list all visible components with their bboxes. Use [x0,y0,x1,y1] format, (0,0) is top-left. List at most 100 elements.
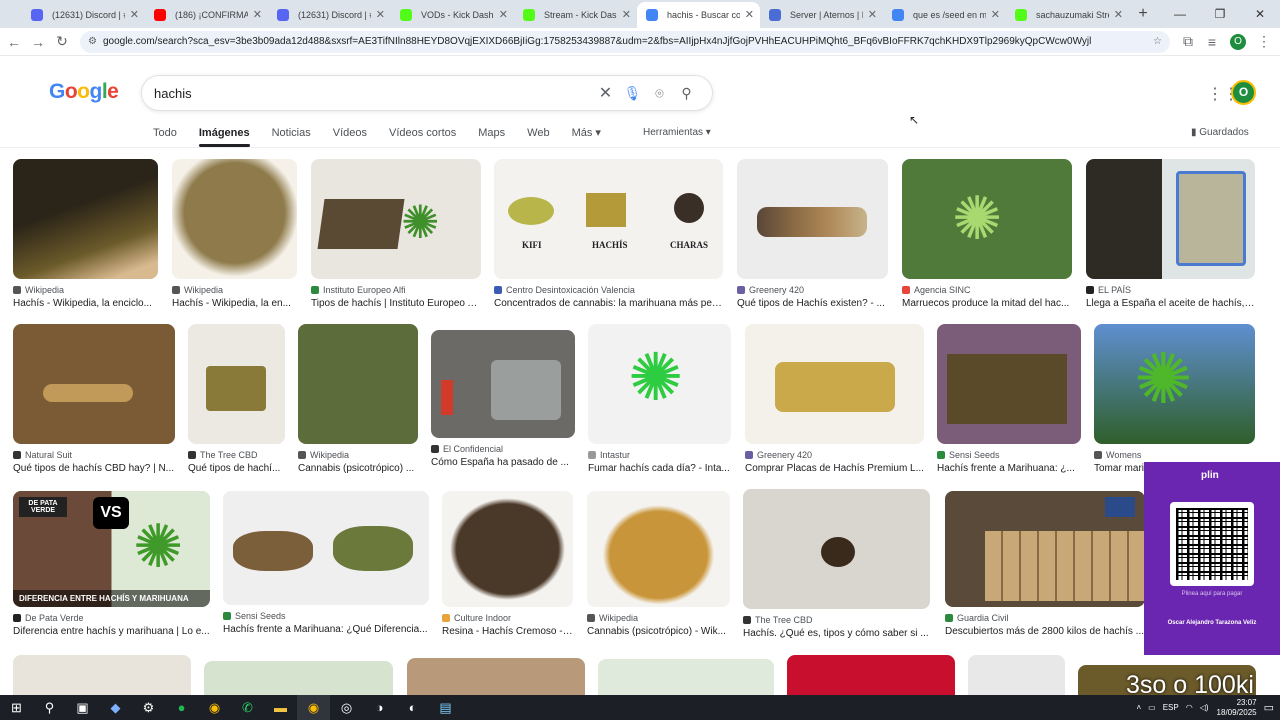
result-source[interactable]: El Confidencial [431,444,575,454]
search-icon[interactable]: ⚲ [33,695,66,720]
image-result[interactable]: Greenery 420 Comprar Placas de Hachís Pre… [745,324,924,474]
account-avatar[interactable]: O [1231,80,1256,105]
search-tab[interactable]: Vídeos [322,124,378,148]
result-caption[interactable]: Hachís. ¿Qué es, tipos y cómo saber si .… [743,628,930,639]
result-caption[interactable]: Cómo España ha pasado de ... [431,457,575,468]
tab-close-icon[interactable]: ✕ [499,8,508,21]
image-result[interactable]: The Tree CBD Qué tipos de hachí... [188,324,285,474]
browser-tab[interactable]: (186) ¡CONFIRMA ✕ [145,2,268,28]
image-result[interactable]: Wikipedia Cannabis (psicotrópico) ... [298,324,418,474]
image-result-partial[interactable] [968,655,1065,695]
result-thumbnail[interactable] [188,324,285,444]
tab-close-icon[interactable]: ✕ [868,8,877,21]
tab-close-icon[interactable]: ✕ [130,8,139,21]
network-icon[interactable]: ▭ [1148,703,1156,712]
result-source[interactable]: The Tree CBD [188,450,285,460]
search-tab[interactable]: Todo [142,124,188,148]
image-result[interactable]: Culture Indoor Resina - Hachís Cremoso - … [442,491,573,637]
result-source[interactable]: Greenery 420 [737,285,888,295]
address-bar[interactable]: ⚙ google.com/search?sca_esv=3be3b09ada12… [80,30,1170,53]
result-source[interactable]: Wikipedia [587,613,730,623]
image-result[interactable]: ✺ Agencia SINC Marruecos produce la mitad … [902,159,1072,309]
result-thumbnail[interactable] [737,159,888,279]
image-result[interactable]: Greenery 420 Qué tipos de Hachís existen?… [737,159,888,309]
image-result-partial[interactable] [204,661,393,695]
settings-icon[interactable]: ⚙ [132,695,165,720]
copilot-icon[interactable]: ◆ [99,695,132,720]
image-result[interactable]: DE PATA VERDE VS ✺ DIFERENCIA ENTRE HACHÍS … [13,491,210,637]
maximize-icon[interactable]: ❐ [1200,0,1240,28]
microphone-icon[interactable]: 🎙 [619,85,646,102]
result-thumbnail[interactable] [172,159,297,279]
tools-button[interactable]: Herramientas ▾ [643,127,711,138]
result-caption[interactable]: Hachís frente a Marihuana: ¿... [937,463,1081,474]
result-source[interactable]: Culture Indoor [442,613,573,623]
search-tab[interactable]: Imágenes [188,124,261,148]
url-text[interactable]: google.com/search?sca_esv=3be3b09ada12d4… [103,36,1147,47]
search-tab[interactable]: Maps [467,124,516,148]
result-thumbnail[interactable] [298,324,418,444]
clock[interactable]: 23:07 18/09/2025 [1217,698,1257,718]
image-result[interactable]: ✺ Intastur Fumar hachís cada día? - Inta..… [588,324,731,474]
image-result[interactable]: Wikipedia Hachís - Wikipedia, la en... [172,159,297,309]
result-caption[interactable]: Qué tipos de hachís CBD hay? | N... [13,463,175,474]
image-result-partial[interactable] [13,655,191,695]
search-box[interactable]: hachis ✕ 🎙 ⌾ ⚲ [141,75,713,111]
clear-icon[interactable]: ✕ [592,83,619,103]
obs-icon[interactable]: ◎ [330,695,363,720]
result-caption[interactable]: Resina - Hachís Cremoso - ... [442,626,573,637]
result-caption[interactable]: Llega a España el aceite de hachís, ... [1086,298,1255,309]
image-result[interactable]: EL PAÍS Llega a España el aceite de hachí… [1086,159,1255,309]
result-caption[interactable]: Cannabis (psicotrópico) ... [298,463,418,474]
result-caption[interactable]: Qué tipos de hachí... [188,463,285,474]
result-source[interactable]: Wikipedia [13,285,158,295]
browser-tab[interactable]: (12631) Discord | #C ✕ [22,2,145,28]
result-thumbnail[interactable] [13,324,175,444]
lens-icon[interactable]: ⌾ [646,85,673,102]
browser-tab[interactable]: que es /seed en min ✕ [883,2,1006,28]
result-source[interactable]: Sensi Seeds [937,450,1081,460]
image-result[interactable]: ✺ Instituto Europeo Alfi Tipos de hachís |… [311,159,481,309]
result-caption[interactable]: Comprar Placas de Hachís Premium L... [745,463,924,474]
result-thumbnail[interactable] [223,491,429,605]
saved-button[interactable]: ▮ Guardados [1191,127,1249,138]
result-source[interactable]: Natural Suit [13,450,175,460]
image-result[interactable]: Wikipedia Hachís - Wikipedia, la enciclo.… [13,159,158,309]
result-source[interactable]: Sensi Seeds [223,611,429,621]
reading-list-icon[interactable]: ≡ [1200,34,1224,50]
image-result[interactable]: Natural Suit Qué tipos de hachís CBD hay?… [13,324,175,474]
tab-close-icon[interactable]: ✕ [991,8,1000,21]
browser-tab[interactable]: VODs - Kick Dashbo ✕ [391,2,514,28]
search-tab[interactable]: Noticias [261,124,322,148]
result-thumbnail[interactable] [13,159,158,279]
notepad-icon[interactable]: ▤ [429,695,462,720]
extensions-icon[interactable]: ⧉ [1176,33,1200,50]
task-view-icon[interactable]: ▣ [66,695,99,720]
notifications-icon[interactable]: ▭ [1264,701,1274,714]
result-thumbnail[interactable] [1086,159,1255,279]
file-explorer-icon[interactable]: ▬ [264,695,297,720]
tab-close-icon[interactable]: ✕ [622,8,631,21]
result-caption[interactable]: Hachís - Wikipedia, la enciclo... [13,298,158,309]
image-result[interactable]: KIFI HACHÍS CHARAS Centro Desintoxicación V… [494,159,723,309]
menu-icon[interactable]: ⋮ [1252,33,1276,50]
result-thumbnail[interactable] [442,491,573,607]
app-icon[interactable]: ◑ [363,695,396,720]
windows-start-icon[interactable]: ⊞ [0,695,33,720]
result-thumbnail[interactable] [587,491,730,607]
result-source[interactable]: EL PAÍS [1086,285,1255,295]
result-source[interactable]: De Pata Verde [13,613,210,623]
minimize-icon[interactable]: — [1160,0,1200,28]
result-caption[interactable]: Qué tipos de Hachís existen? - ... [737,298,888,309]
result-thumbnail[interactable]: KIFI HACHÍS CHARAS [494,159,723,279]
reload-icon[interactable]: ↻ [50,33,74,50]
result-source[interactable]: Wikipedia [298,450,418,460]
tray-chevron-icon[interactable]: ˄ [1136,703,1141,712]
result-thumbnail[interactable] [937,324,1081,444]
whatsapp-icon[interactable]: ✆ [231,695,264,720]
google-logo[interactable]: Google [49,80,119,104]
image-result[interactable]: Sensi Seeds Hachís frente a Marihuana: ¿.… [937,324,1081,474]
browser-tab[interactable]: (12631) Discord | # ✕ [268,2,391,28]
result-source[interactable]: Agencia SINC [902,285,1072,295]
chrome-icon[interactable]: ◉ [198,695,231,720]
